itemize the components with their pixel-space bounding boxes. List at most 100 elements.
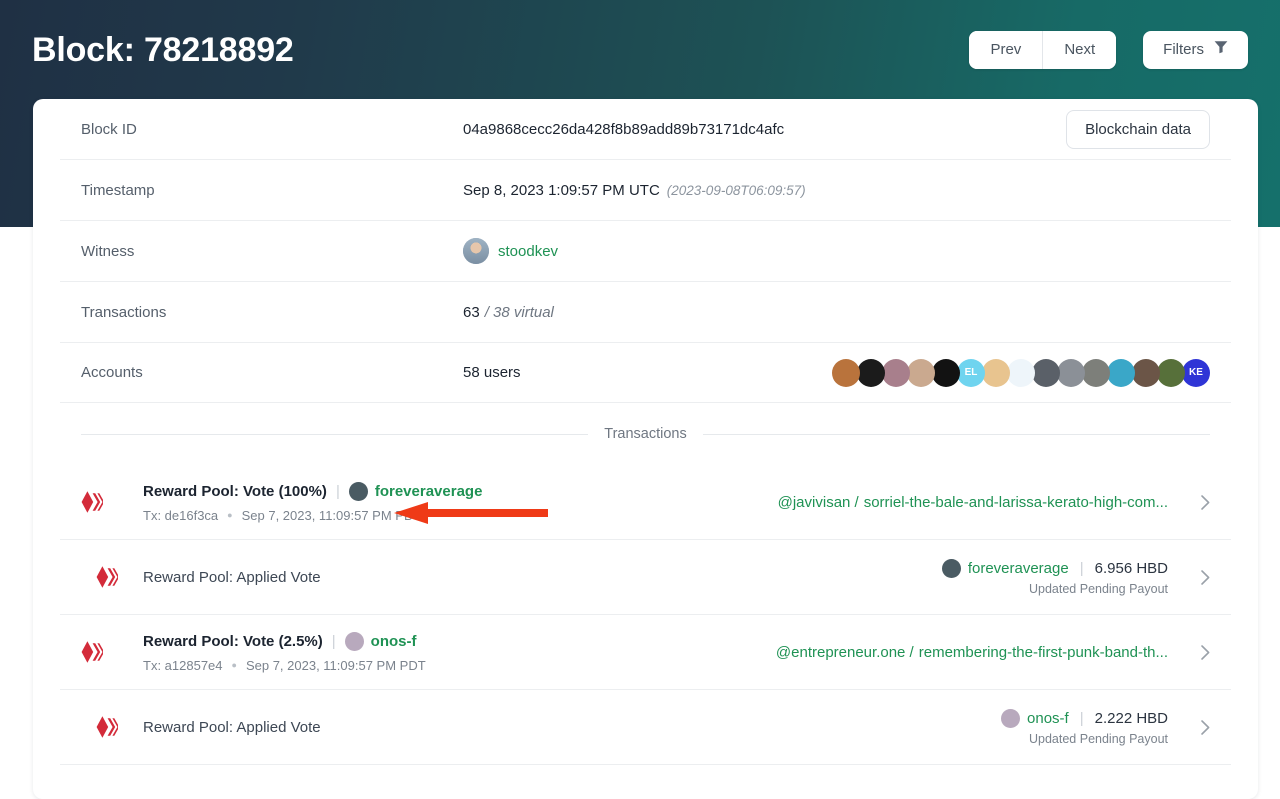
transaction-right: @entrepreneur.one / remembering-the-first… [776,644,1168,661]
timestamp-iso: (2023-09-08T06:09:57) [666,182,806,198]
transactions-section-divider: Transactions [60,403,1231,465]
prev-button[interactable]: Prev [969,31,1043,69]
blockchain-data-button[interactable]: Blockchain data [1066,109,1210,149]
hive-logo-icon [96,715,118,739]
transaction-row[interactable]: Reward Pool: Applied Vote foreveraverage |… [60,540,1231,615]
filters-button-label: Filters [1163,41,1204,58]
title-separator: | [335,482,340,500]
chevron-right-icon[interactable] [1180,644,1210,660]
hive-logo-icon [96,565,118,589]
transaction-icon-wrap [81,715,143,739]
divider-line-right [702,433,1210,435]
block-id-label: Block ID [81,120,137,138]
payout-user-link[interactable]: foreveraverage [968,560,1069,577]
witness-value-wrap: stoodkev [463,238,1210,264]
page-title: Block: 78218892 [32,30,294,69]
payout-avatar [941,558,961,578]
block-id-value-wrap: 04a9868cecc26da428f8b89add89b73171dc4afc… [463,109,1210,149]
accounts-value-wrap: 58 users EL KE [463,358,1210,387]
page-header: Block: 78218892 Prev Next Filters [0,0,1280,100]
payout-separator: | [1079,559,1084,577]
transaction-row[interactable]: Reward Pool: Vote (100%) | foreveraverage T… [60,465,1231,540]
account-avatar-13[interactable] [1132,358,1160,387]
hive-logo-icon [81,490,103,514]
account-avatar-11[interactable] [1082,358,1110,387]
payout-separator: | [1079,709,1084,727]
payout-amount: 6.956 HBD [1094,559,1168,577]
payout-avatar [1001,708,1021,728]
transaction-title: Reward Pool: Applied Vote [143,718,321,736]
transaction-icon-wrap [81,490,143,514]
payout-block: onos-f | 2.222 HBD Updated Pending Payout [1001,708,1168,746]
divider-line-left [81,433,589,435]
permlink-slug: sorriel-the-bale-and-larissa-kerato-high… [863,493,1168,511]
account-avatar-9[interactable] [1032,358,1060,387]
account-avatar-1[interactable] [832,358,860,387]
subline-dot: ● [227,510,233,520]
info-row-witness: Witness stoodkev [60,221,1231,282]
filters-button[interactable]: Filters [1143,31,1248,69]
witness-label: Witness [81,242,135,260]
account-avatar-2[interactable] [857,358,885,387]
account-avatar-3[interactable] [882,358,910,387]
witness-link[interactable]: stoodkev [498,243,558,260]
transaction-row[interactable]: Reward Pool: Vote (2.5%) | onos-f Tx: a1285… [60,615,1231,690]
account-avatar-12[interactable] [1107,358,1135,387]
transaction-row[interactable]: Reward Pool: Applied Vote onos-f | 2.222 HB… [60,690,1231,765]
transaction-main: Reward Pool: Applied Vote [143,719,1001,736]
account-avatar-4[interactable] [907,358,935,387]
info-row-transactions: Transactions 63 / 38 virtual [60,282,1231,343]
chevron-right-icon[interactable] [1180,719,1210,735]
voter-link[interactable]: onos-f [371,633,417,650]
account-avatar-stack[interactable]: EL KE [832,358,1210,387]
timestamp-value: Sep 8, 2023 1:09:57 PM UTC [463,181,660,199]
payout-block: foreveraverage | 6.956 HBD Updated Pending … [941,558,1168,596]
transaction-right: onos-f | 2.222 HBD Updated Pending Payout [1001,708,1168,746]
transaction-title: Reward Pool: Vote (2.5%) [143,632,323,650]
block-detail-card: Block ID 04a9868cecc26da428f8b89add89b73… [33,99,1258,799]
chevron-right-icon[interactable] [1180,569,1210,585]
payout-line: foreveraverage | 6.956 HBD [941,558,1168,578]
account-avatar-5[interactable] [932,358,960,387]
subline-dot: ● [231,660,237,670]
payout-user-link[interactable]: onos-f [1027,710,1069,727]
transaction-title-row: Reward Pool: Vote (2.5%) | onos-f [143,631,776,651]
transaction-main: Reward Pool: Vote (2.5%) | onos-f Tx: a1285… [143,631,776,673]
transaction-title-row: Reward Pool: Applied Vote [143,719,1001,736]
voter-link[interactable]: foreveraverage [375,483,483,500]
accounts-label: Accounts [81,364,143,381]
transactions-section-label: Transactions [604,426,687,442]
voter-avatar [344,631,364,651]
transaction-right: foreveraverage | 6.956 HBD Updated Pending … [941,558,1168,596]
permlink-author: @entrepreneur.one / [775,643,914,661]
transaction-icon-wrap [81,640,143,664]
account-avatar-6[interactable]: EL [957,358,985,387]
payout-amount: 2.222 HBD [1094,709,1168,727]
transactions-count-wrap: 63 / 38 virtual [463,304,1210,321]
transaction-time: Sep 7, 2023, 11:09:57 PM PDT [245,657,426,673]
account-avatar-15[interactable]: KE [1182,358,1210,387]
permlink-slug: remembering-the-first-punk-band-th... [918,643,1168,661]
info-row-accounts: Accounts 58 users EL KE [60,343,1231,403]
transaction-subline: Tx: de16f3ca ● Sep 7, 2023, 11:09:57 PM PD… [143,508,778,523]
permlink-link[interactable]: @javivisan / sorriel-the-bale-and-larissa… [778,494,1168,511]
payout-line: onos-f | 2.222 HBD [1001,708,1168,728]
account-avatar-10[interactable] [1057,358,1085,387]
transaction-title: Reward Pool: Applied Vote [143,568,321,586]
permlink-link[interactable]: @entrepreneur.one / remembering-the-first… [776,644,1168,661]
transaction-icon-wrap [81,565,143,589]
next-button[interactable]: Next [1042,31,1117,69]
account-avatar-14[interactable] [1157,358,1185,387]
block-id-value: 04a9868cecc26da428f8b89add89b73171dc4afc [463,120,785,138]
chevron-right-icon[interactable] [1180,494,1210,510]
timestamp-value-wrap: Sep 8, 2023 1:09:57 PM UTC (2023-09-08T0… [463,182,1210,199]
account-avatar-7[interactable] [982,358,1010,387]
permlink-author: @javivisan / [777,493,859,511]
payout-status: Updated Pending Payout [1029,581,1168,596]
transaction-list: Reward Pool: Vote (100%) | foreveraverage T… [60,465,1231,765]
transactions-virtual-note: / 38 virtual [484,303,554,321]
pagination-button-group: Prev Next [969,31,1117,69]
transaction-title-row: Reward Pool: Applied Vote [143,569,942,586]
transactions-count-value: 63 [463,303,480,321]
account-avatar-8[interactable] [1007,358,1035,387]
